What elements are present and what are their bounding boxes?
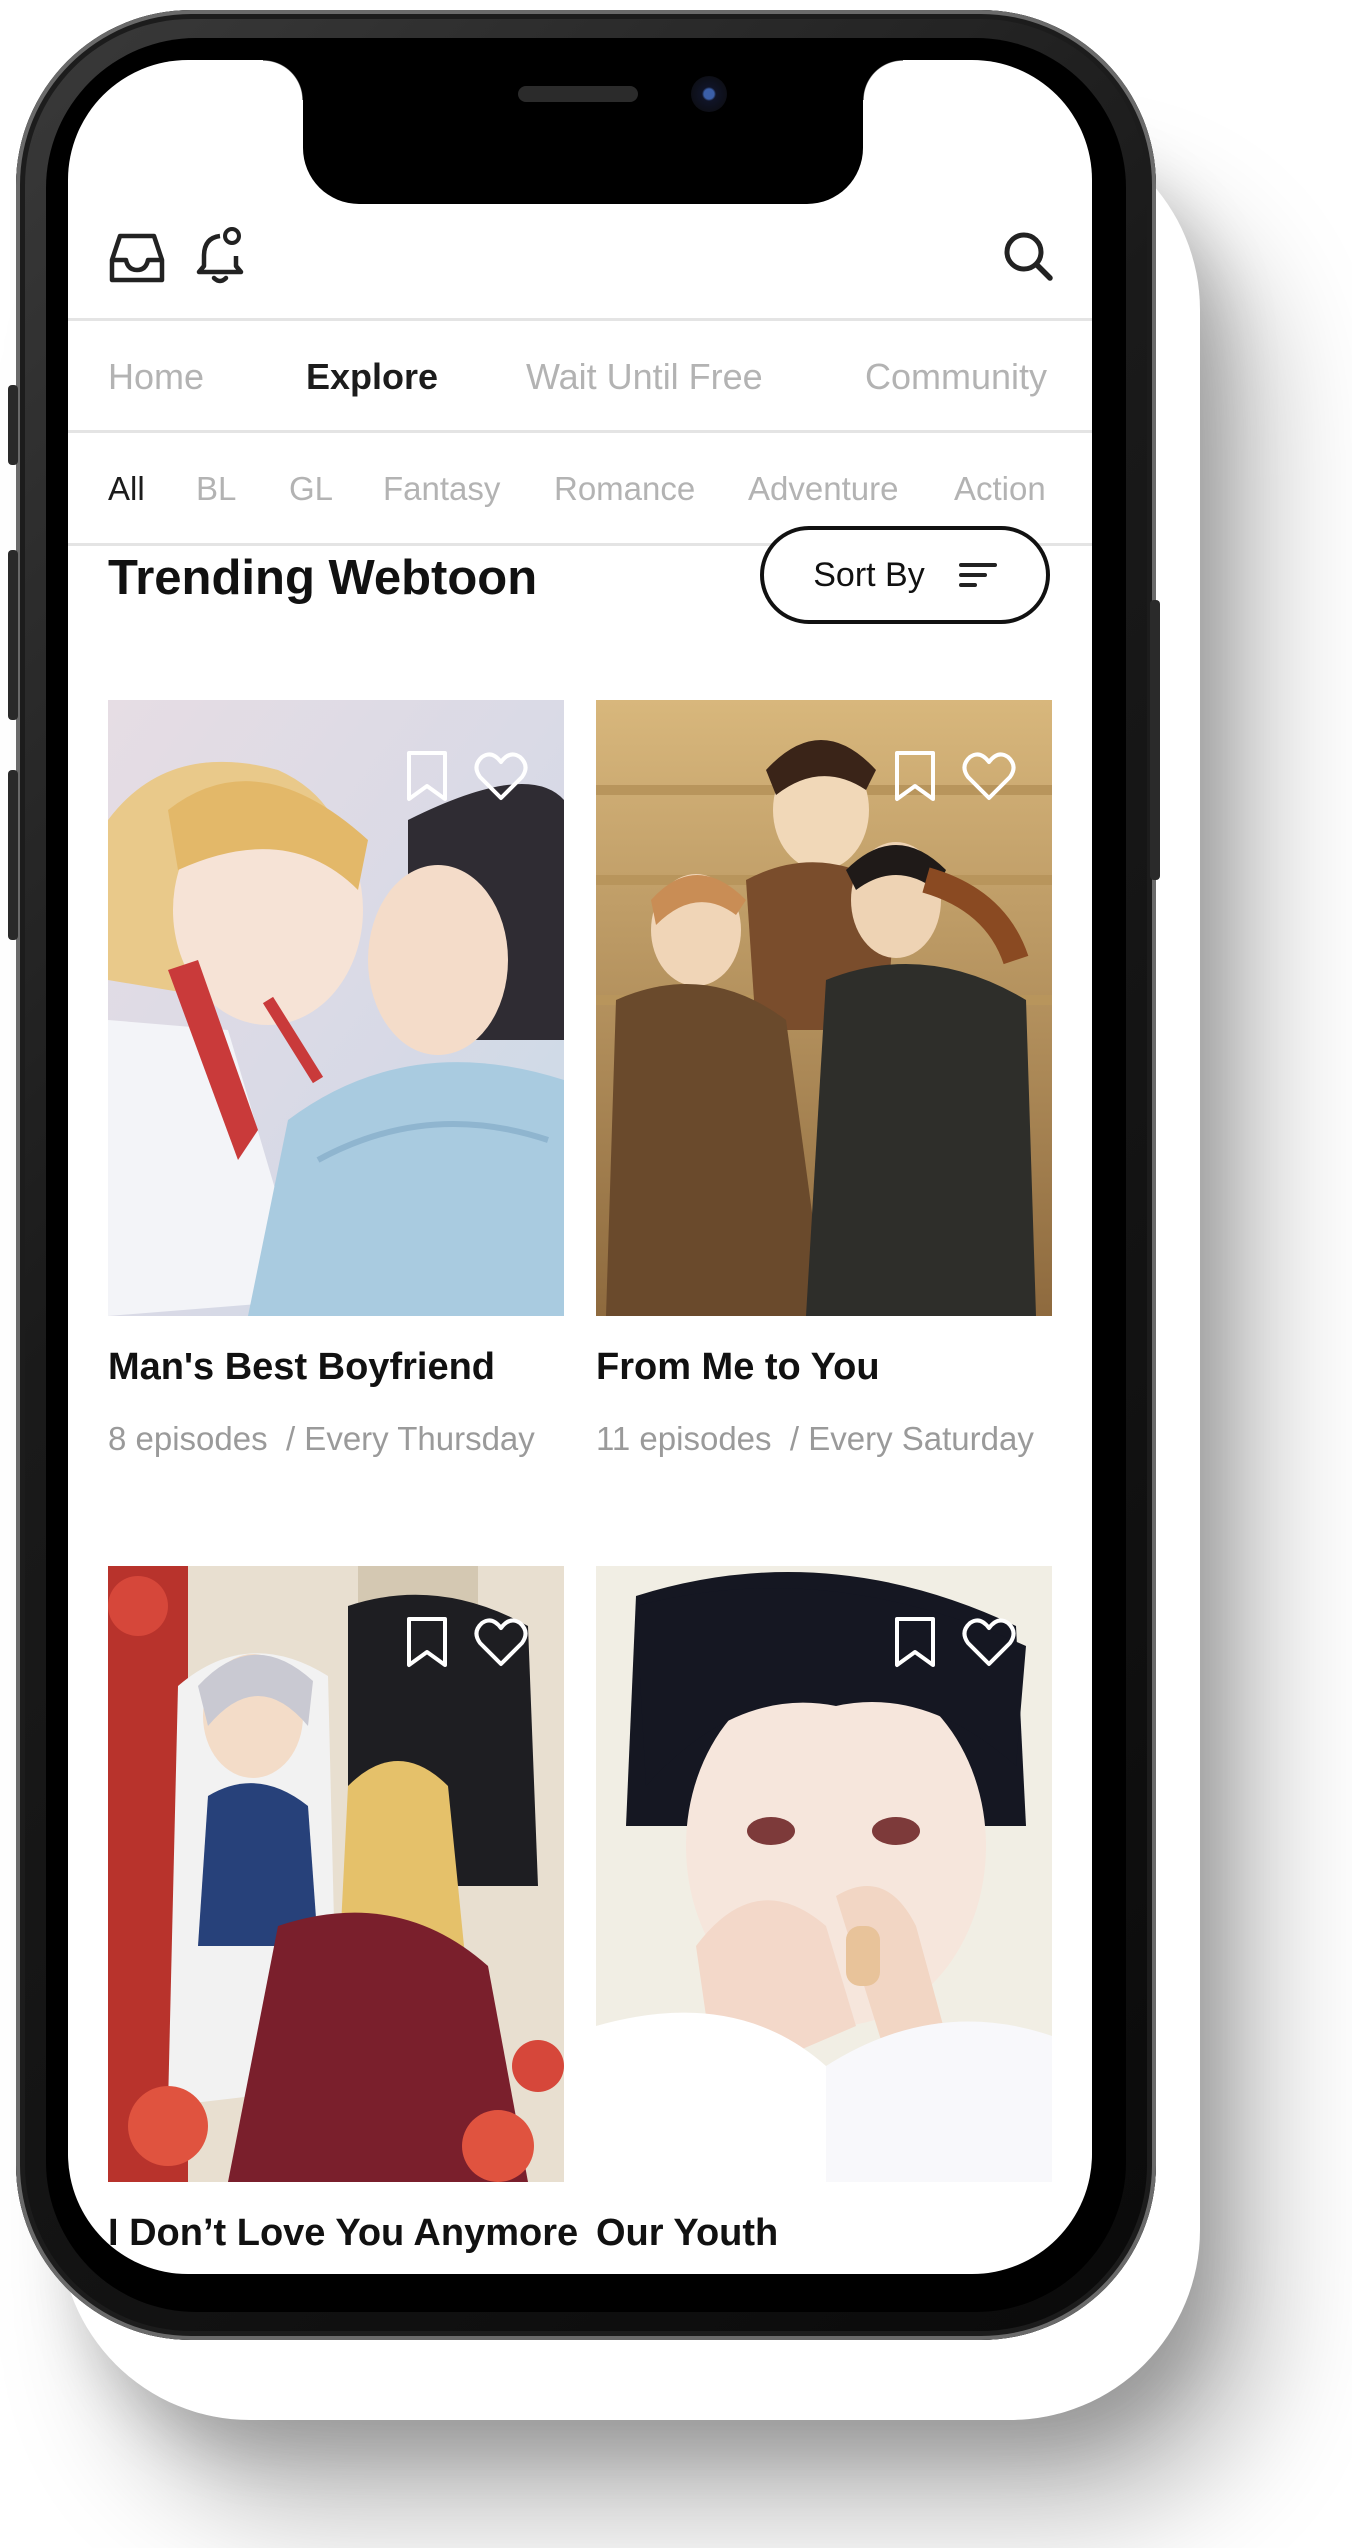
webtoon-card[interactable]: Our Youth: [596, 1566, 1052, 2274]
episode-count: 11 episodes: [596, 1420, 772, 1457]
webtoon-card[interactable]: Man's Best Boyfriend 8 episodes / Every …: [108, 700, 564, 1500]
heart-icon[interactable]: [962, 1616, 1016, 1668]
webtoon-title[interactable]: From Me to You: [596, 1346, 880, 1389]
genre-fantasy[interactable]: Fantasy: [383, 470, 500, 508]
release-schedule: / Every Saturday: [789, 1420, 1034, 1457]
episode-count: 8 episodes: [108, 1420, 268, 1457]
genre-action[interactable]: Action: [954, 470, 1046, 508]
side-button-power: [1150, 600, 1160, 880]
tab-wait-until-free[interactable]: Wait Until Free: [526, 356, 763, 398]
webtoon-meta: 8 episodes / Every Thursday: [108, 1418, 548, 1460]
webtoon-cover[interactable]: [108, 1566, 564, 2182]
app-screen: Home Explore Wait Until Free Community A…: [68, 60, 1092, 2274]
divider-header: [68, 318, 1092, 321]
divider-tabs: [68, 430, 1092, 433]
bookmark-icon[interactable]: [404, 750, 450, 802]
webtoon-title[interactable]: I Don’t Love You Anymore: [108, 2212, 578, 2255]
front-camera: [691, 76, 727, 112]
release-schedule: / Every Thursday: [285, 1420, 535, 1457]
tab-explore[interactable]: Explore: [306, 356, 438, 398]
inbox-icon[interactable]: [108, 230, 166, 286]
sort-lines-icon: [958, 561, 997, 589]
webtoon-cover[interactable]: [596, 1566, 1052, 2182]
webtoon-cover[interactable]: [108, 700, 564, 1316]
webtoon-title[interactable]: Our Youth: [596, 2212, 778, 2255]
bookmark-icon[interactable]: [892, 1616, 938, 1668]
section-title: Trending Webtoon: [108, 551, 538, 605]
webtoon-title[interactable]: Man's Best Boyfriend: [108, 1346, 495, 1389]
tab-community[interactable]: Community: [865, 356, 1047, 398]
heart-icon[interactable]: [962, 750, 1016, 802]
bookmark-icon[interactable]: [404, 1616, 450, 1668]
top-bar: [68, 170, 1092, 320]
side-button-volume-down: [8, 770, 18, 940]
heart-icon[interactable]: [474, 1616, 528, 1668]
search-icon[interactable]: [1002, 230, 1054, 282]
side-button-volume-up: [8, 550, 18, 720]
bookmark-icon[interactable]: [892, 750, 938, 802]
genre-adventure[interactable]: Adventure: [748, 470, 898, 508]
notification-bell-icon[interactable]: [196, 226, 246, 288]
genre-romance[interactable]: Romance: [554, 470, 695, 508]
earpiece-speaker: [518, 86, 638, 102]
webtoon-meta: 11 episodes / Every Saturday: [596, 1418, 1036, 1460]
webtoon-card[interactable]: From Me to You 11 episodes / Every Satur…: [596, 700, 1052, 1500]
genre-bl[interactable]: BL: [196, 470, 236, 508]
heart-icon[interactable]: [474, 750, 528, 802]
genre-gl[interactable]: GL: [289, 470, 333, 508]
genre-all[interactable]: All: [108, 470, 145, 508]
side-button-mute: [8, 385, 18, 465]
sort-by-button[interactable]: Sort By: [760, 526, 1050, 624]
webtoon-card[interactable]: I Don’t Love You Anymore: [108, 1566, 578, 2274]
sort-by-label: Sort By: [813, 555, 925, 594]
tab-home[interactable]: Home: [108, 356, 204, 398]
webtoon-cover[interactable]: [596, 700, 1052, 1316]
main-tabs: Home Explore Wait Until Free Community: [68, 322, 1092, 432]
